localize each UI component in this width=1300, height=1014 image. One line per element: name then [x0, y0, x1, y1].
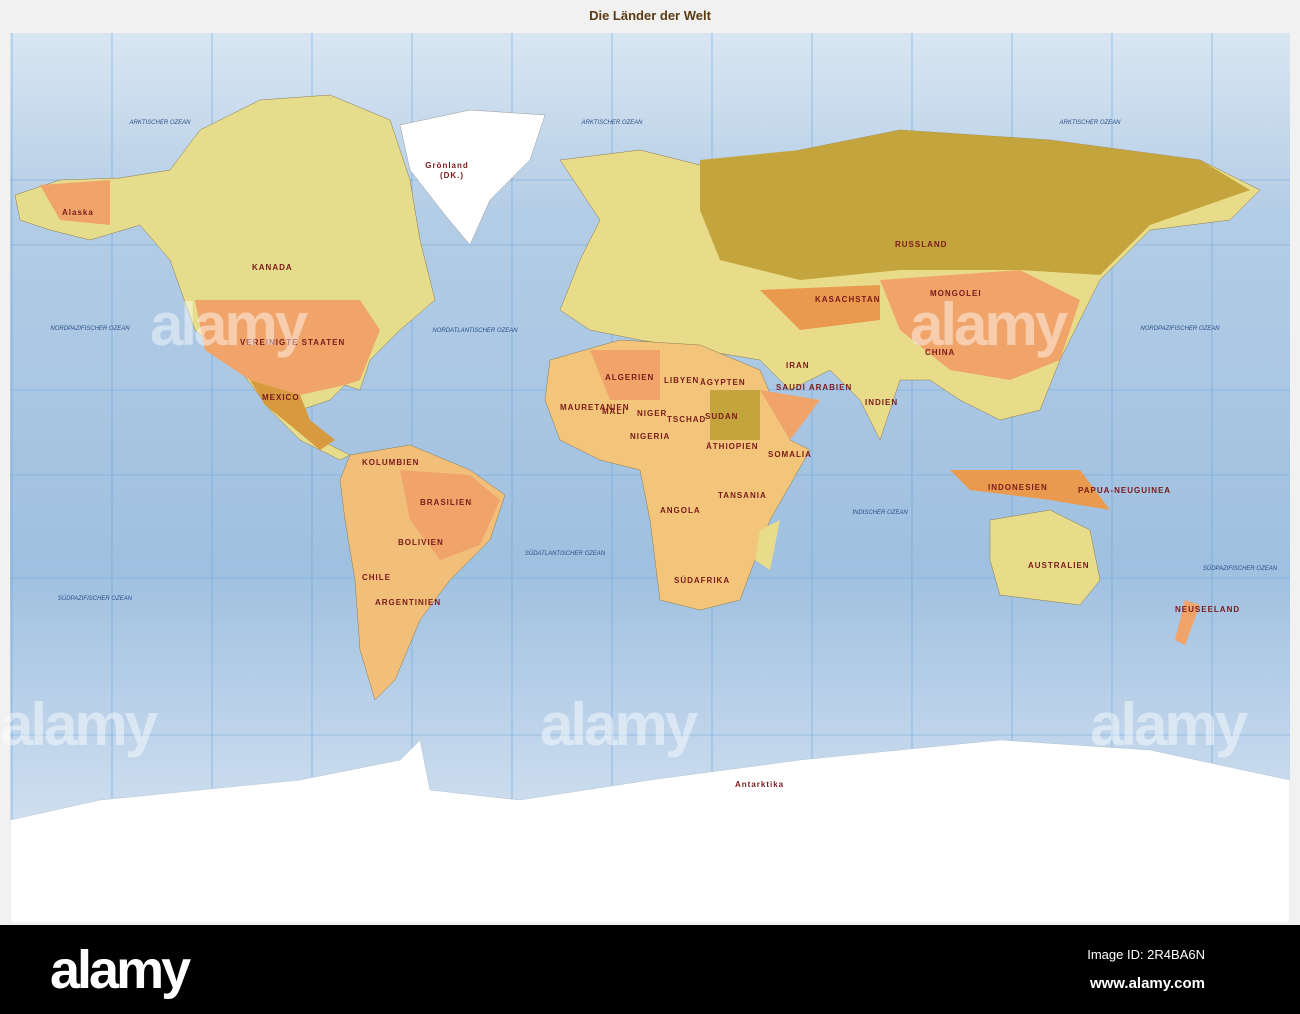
label-alaska: Alaska	[62, 208, 94, 217]
label-antarctica: Antarktika	[735, 780, 784, 789]
label-mexico: MEXICO	[262, 393, 300, 402]
footer-bar: alamy Image ID: 2R4BA6N www.alamy.com	[0, 925, 1300, 1014]
label-papua-new-guinea: PAPUA-NEUGUINEA	[1078, 486, 1171, 495]
label-sudan: SUDAN	[705, 412, 738, 421]
ocean-label: NORDATLANTISCHER OZEAN	[432, 328, 518, 334]
label-india: INDIEN	[865, 398, 898, 407]
world-map: Grönland (DK.) KANADA VEREINIGTE STAATEN…	[10, 33, 1290, 923]
ocean-label: ARKTISCHER OZEAN	[580, 120, 643, 126]
watermark: alamy	[910, 291, 1068, 358]
label-tanzania: TANSANIA	[718, 491, 767, 500]
ocean-label: SÜDPAZIFISCHER OZEAN	[58, 595, 133, 602]
ocean-label: SÜDPAZIFISCHER OZEAN	[1203, 565, 1278, 572]
label-brazil: BRASILIEN	[420, 498, 472, 507]
label-australia: AUSTRALIEN	[1028, 561, 1090, 570]
ocean-label: SÜDATLANTISCHER OZEAN	[525, 550, 606, 557]
label-chad: TSCHAD	[667, 415, 706, 424]
watermark: alamy	[150, 291, 308, 358]
watermark: alamy	[1090, 691, 1248, 758]
label-nigeria: NIGERIA	[630, 432, 670, 441]
label-niger: NIGER	[637, 409, 667, 418]
label-greenland-note: (DK.)	[440, 171, 464, 180]
label-iran: IRAN	[786, 361, 810, 370]
label-angola: ANGOLA	[660, 506, 701, 515]
label-russia: RUSSLAND	[895, 240, 947, 249]
label-somalia: SOMALIA	[768, 450, 812, 459]
label-new-zealand: NEUSEELAND	[1175, 605, 1240, 614]
label-ethiopia: ÄTHIOPIEN	[706, 442, 759, 451]
map-title: Die Länder der Welt	[589, 8, 711, 23]
label-libya: LIBYEN	[664, 376, 699, 385]
image-id: Image ID: 2R4BA6N	[1087, 947, 1205, 962]
label-algeria: ALGERIEN	[605, 373, 654, 382]
label-argentina: ARGENTINIEN	[375, 598, 441, 607]
ocean-label: NORDPAZIFISCHER OZEAN	[50, 326, 130, 332]
ocean-label: NORDPAZIFISCHER OZEAN	[1140, 326, 1220, 332]
label-chile: CHILE	[362, 573, 391, 582]
site-link[interactable]: www.alamy.com	[1090, 975, 1205, 992]
label-kazakhstan: KASACHSTAN	[815, 295, 880, 304]
label-colombia: KOLUMBIEN	[362, 458, 419, 467]
ocean-label: ARKTISCHER OZEAN	[128, 120, 191, 126]
label-saudi-arabia: SAUDI ARABIEN	[776, 383, 852, 392]
label-bolivia: BOLIVIEN	[398, 538, 444, 547]
alamy-logo: alamy	[50, 940, 191, 1000]
watermark: alamy	[0, 691, 158, 758]
label-canada: KANADA	[252, 263, 293, 272]
label-indonesia: INDONESIEN	[988, 483, 1048, 492]
label-egypt: ÄGYPTEN	[700, 378, 746, 387]
watermark: alamy	[540, 691, 698, 758]
label-mauritania: MAURETANIEN	[560, 403, 630, 412]
label-greenland: Grönland	[425, 161, 469, 170]
ocean-label: ARKTISCHER OZEAN	[1058, 120, 1121, 126]
label-south-africa: SÜDAFRIKA	[674, 576, 730, 585]
ocean-label: INDISCHER OZEAN	[852, 510, 908, 516]
